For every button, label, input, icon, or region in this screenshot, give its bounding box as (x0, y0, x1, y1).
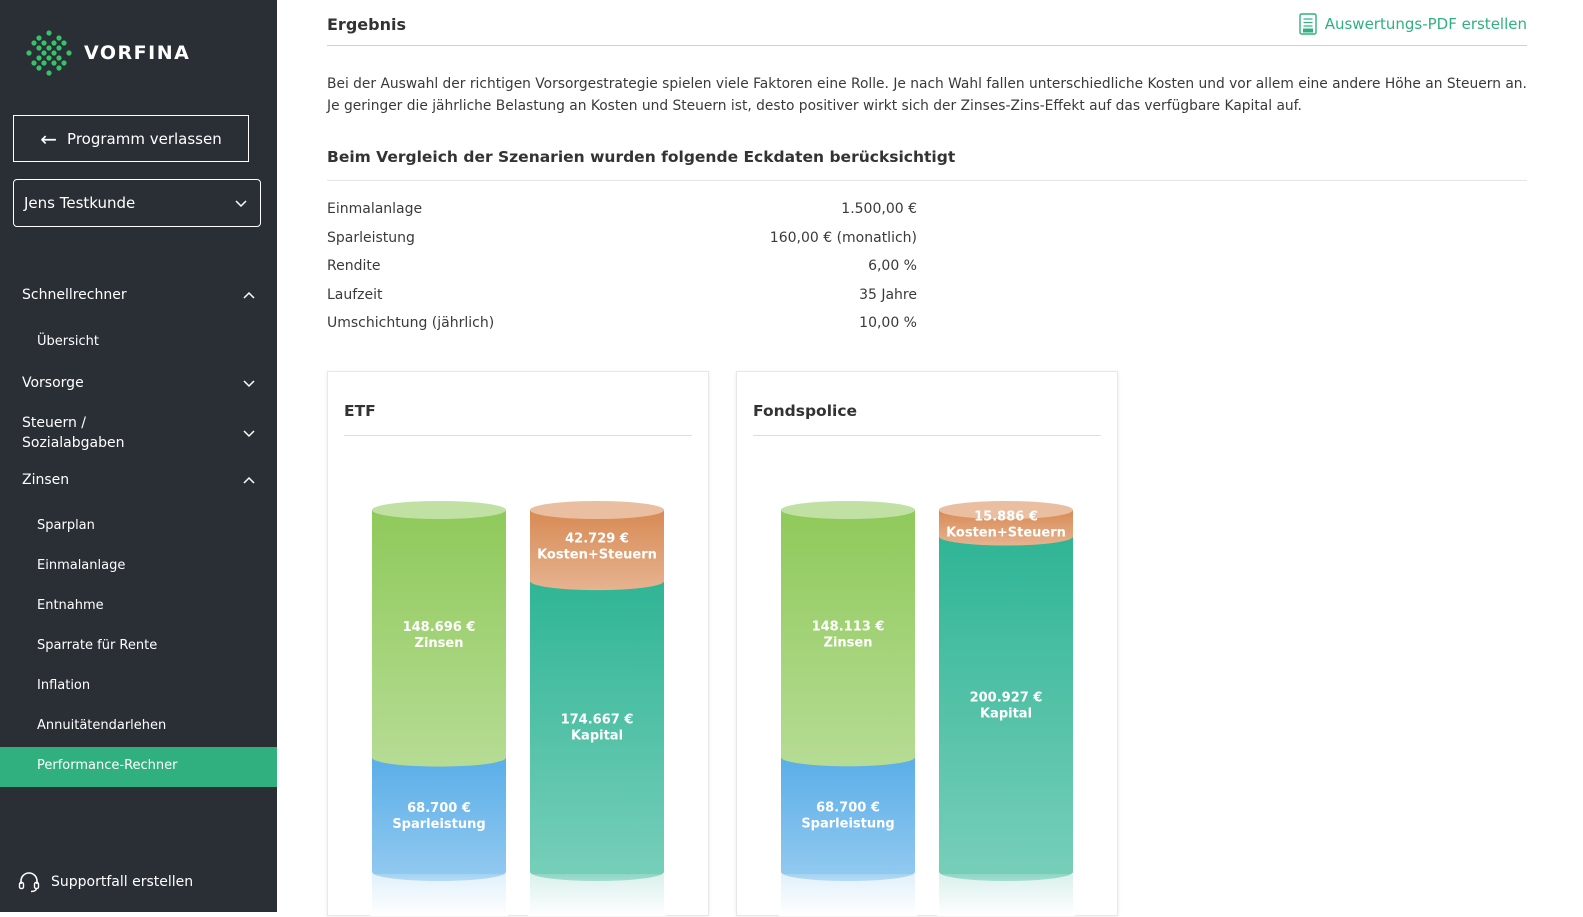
chevron-up-icon (243, 291, 255, 299)
nav-section-label-line2: Sozialabgaben (22, 435, 125, 451)
param-value: 6,00 % (868, 258, 917, 275)
data-label-series: Kosten+Steuern (946, 525, 1066, 540)
data-label-value: 15.886 € (974, 509, 1038, 524)
data-label-series: Kapital (980, 706, 1032, 721)
nav-section-label: Zinsen (22, 472, 70, 488)
pdf-document-icon (1299, 13, 1317, 35)
bar-reflection-fade (528, 874, 666, 916)
headset-icon (18, 872, 40, 893)
nav-section-label: Schnellrechner (22, 287, 127, 303)
nav-section-vorsorge[interactable]: Vorsorge (22, 375, 256, 391)
param-label: Sparleistung (327, 229, 415, 246)
client-name: Jens Testkunde (24, 194, 136, 212)
exit-program-label: Programm verlassen (67, 129, 222, 148)
nav-section-steuern[interactable]: Steuern / Sozialabgaben (22, 413, 256, 453)
bar-top-cap (372, 501, 506, 519)
nav-section-zinsen[interactable]: Zinsen (22, 472, 256, 488)
data-label-value: 174.667 € (561, 713, 634, 728)
chart-card-etf: ETF 68.700 € Sparleistung 148.696 € Zinsen 1… (327, 371, 709, 916)
param-label: Einmalanlage (327, 201, 423, 218)
nav-section-label-line1: Steuern / (22, 415, 87, 431)
data-label-series: Zinsen (415, 636, 464, 651)
param-row: Laufzeit 35 Jahre (327, 281, 917, 310)
bar-reflection-fade (937, 874, 1075, 916)
sidebar-item-sparplan[interactable]: Sparplan (37, 518, 95, 533)
divider (327, 45, 1527, 46)
sidebar-item-inflation[interactable]: Inflation (37, 678, 90, 693)
sidebar-item-entnahme[interactable]: Entnahme (37, 598, 104, 613)
chart-etf: 68.700 €Sparleistung 148.696 €Zinsen 174.6… (370, 501, 666, 916)
param-value: 35 Jahre (859, 286, 917, 303)
param-value: 1.500,00 € (841, 201, 917, 218)
param-value: 160,00 € (monatlich) (769, 229, 917, 246)
data-label-value: 200.927 € (970, 690, 1043, 705)
param-label: Rendite (327, 258, 381, 275)
chevron-down-icon (243, 430, 255, 438)
param-row: Einmalanlage 1.500,00 € (327, 195, 917, 224)
sidebar-item-einmalanlage[interactable]: Einmalanlage (37, 558, 125, 573)
support-button[interactable]: Supportfall erstellen (17, 870, 193, 894)
sidebar-item-annuitaetendarlehen[interactable]: Annuitätendarlehen (37, 718, 166, 733)
chart-card-fondspolice: Fondspolice 68.700 € Sparleistung 148.113 … (736, 371, 1118, 916)
client-select[interactable]: Jens Testkunde (13, 179, 261, 227)
param-row: Umschichtung (jährlich) 10,00 % (327, 309, 917, 338)
bar-reflection-fade (779, 874, 917, 916)
chevron-down-icon (235, 200, 247, 208)
sidebar: VORFINA ← Programm verlassen Jens Testku… (0, 0, 277, 912)
chart-fondspolice: 68.700 €Sparleistung 148.113 €Zinsen 200.9… (779, 501, 1075, 916)
nav-section-schnellrechner[interactable]: Schnellrechner (22, 287, 256, 303)
exit-program-button[interactable]: ← Programm verlassen (13, 115, 249, 162)
data-label-series: Kosten+Steuern (537, 548, 657, 563)
data-label-value: 42.729 € (565, 532, 629, 547)
create-pdf-label: Auswertungs-PDF erstellen (1324, 15, 1527, 33)
data-label-series: Sparleistung (801, 817, 894, 832)
param-value: 10,00 % (859, 315, 917, 332)
data-label-series: Zinsen (824, 636, 873, 651)
sidebar-item-sparrate[interactable]: Sparrate für Rente (37, 638, 157, 653)
bar-reflection-fade (370, 874, 508, 916)
brand-name: VORFINA (84, 42, 191, 64)
arrow-left-icon: ← (40, 126, 58, 151)
create-pdf-link[interactable]: Auswertungs-PDF erstellen (1299, 13, 1527, 35)
vorfina-logo-icon (26, 30, 72, 76)
data-label-series: Sparleistung (392, 817, 485, 832)
intro-text: Bei der Auswahl der richtigen Vorsorgest… (327, 76, 1527, 114)
data-label-series: Kapital (571, 729, 623, 744)
params-heading: Beim Vergleich der Szenarien wurden folg… (327, 148, 956, 166)
chevron-down-icon (243, 380, 255, 388)
divider (327, 180, 1527, 181)
nav-section-label: Steuern / Sozialabgaben (22, 413, 124, 453)
bar-top-cap (530, 501, 664, 519)
sidebar-item-performance-rechner[interactable]: Performance-Rechner (0, 747, 277, 787)
data-label-value: 148.696 € (403, 620, 476, 635)
logo[interactable]: VORFINA (26, 30, 190, 76)
param-label: Umschichtung (jährlich) (327, 315, 495, 332)
sidebar-item-uebersicht[interactable]: Übersicht (37, 334, 99, 349)
data-label-value: 68.700 € (816, 801, 880, 816)
sidebar-item-label: Performance-Rechner (37, 758, 178, 773)
param-label: Laufzeit (327, 286, 383, 303)
bar-top-cap (781, 501, 915, 519)
data-label-value: 148.113 € (812, 620, 885, 635)
chevron-up-icon (243, 476, 255, 484)
param-row: Rendite 6,00 % (327, 252, 917, 281)
data-label-value: 68.700 € (407, 801, 471, 816)
page-title: Ergebnis (327, 15, 406, 34)
params-table: Einmalanlage 1.500,00 € Sparleistung 160… (327, 195, 917, 338)
param-row: Sparleistung 160,00 € (monatlich) (327, 224, 917, 253)
support-label: Supportfall erstellen (51, 874, 194, 890)
nav-section-label: Vorsorge (22, 375, 84, 391)
